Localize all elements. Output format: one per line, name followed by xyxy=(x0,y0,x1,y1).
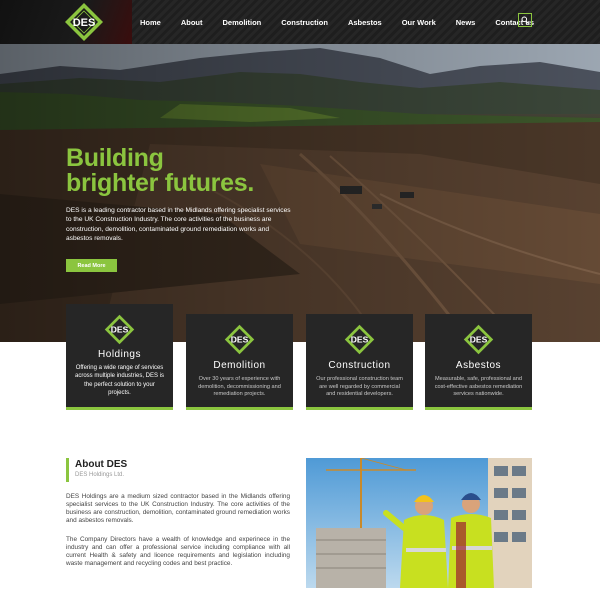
card-text: Offering a wide range of services across… xyxy=(74,365,165,397)
about-image xyxy=(306,458,532,588)
des-logo[interactable]: DES xyxy=(64,2,104,42)
svg-text:DES: DES xyxy=(351,335,369,345)
card-title: Demolition xyxy=(213,360,266,371)
service-card-asbestos[interactable]: DES Asbestos Measurable, safe, professio… xyxy=(425,314,532,410)
nav-our-work[interactable]: Our Work xyxy=(402,18,436,27)
about-heading: About DES DES Holdings Ltd. xyxy=(66,458,127,482)
search-button[interactable] xyxy=(518,13,532,27)
workers-photo xyxy=(306,458,532,588)
hero-title: Building brighter futures. xyxy=(66,146,326,196)
card-title: Holdings xyxy=(98,349,141,360)
hero-title-line1: Building xyxy=(66,144,164,172)
about-subtitle: DES Holdings Ltd. xyxy=(75,472,125,478)
svg-text:DES: DES xyxy=(470,335,488,345)
card-title: Asbestos xyxy=(455,360,502,371)
svg-text:DES: DES xyxy=(231,335,249,345)
logo-text: DES xyxy=(73,17,96,29)
des-logo-icon: DES xyxy=(344,324,375,355)
hero-title-line2: brighter futures. xyxy=(66,169,254,197)
nav-home[interactable]: Home xyxy=(140,18,161,27)
des-logo-icon: DES xyxy=(224,324,255,355)
service-card-demolition[interactable]: DES Demolition Over 30 years of experien… xyxy=(186,314,293,410)
about-paragraph-2: The Company Directors have a wealth of k… xyxy=(66,536,290,568)
nav-asbestos[interactable]: Asbestos xyxy=(348,18,382,27)
nav-about[interactable]: About xyxy=(181,18,203,27)
des-logo-icon: DES xyxy=(463,324,494,355)
read-more-button[interactable]: Read More xyxy=(66,259,117,272)
about-paragraph-1: DES Holdings are a medium sized contract… xyxy=(66,493,290,525)
nav-demolition[interactable]: Demolition xyxy=(223,18,262,27)
card-text: Our professional construction team are w… xyxy=(316,376,403,398)
service-card-construction[interactable]: DES Construction Our professional constr… xyxy=(306,314,413,410)
des-logo-icon: DES xyxy=(104,314,135,345)
hero-banner: Building brighter futures. DES is a lead… xyxy=(0,44,600,342)
logo-block: DES xyxy=(0,0,132,44)
search-icon xyxy=(521,16,529,24)
site-header: DES Home About Demolition Construction A… xyxy=(0,0,600,44)
card-text: Over 30 years of experience with demolit… xyxy=(198,376,281,398)
svg-text:DES: DES xyxy=(111,325,129,335)
nav-construction[interactable]: Construction xyxy=(281,18,328,27)
card-title: Construction xyxy=(328,360,391,371)
hero-description: DES is a leading contractor based in the… xyxy=(66,207,291,243)
about-title: About DES xyxy=(75,459,128,470)
card-text: Measurable, safe, professional and cost-… xyxy=(434,376,523,398)
nav-news[interactable]: News xyxy=(456,18,476,27)
service-card-holdings[interactable]: DES Holdings Offering a wide range of se… xyxy=(66,304,173,410)
main-nav: Home About Demolition Construction Asbes… xyxy=(130,0,544,44)
